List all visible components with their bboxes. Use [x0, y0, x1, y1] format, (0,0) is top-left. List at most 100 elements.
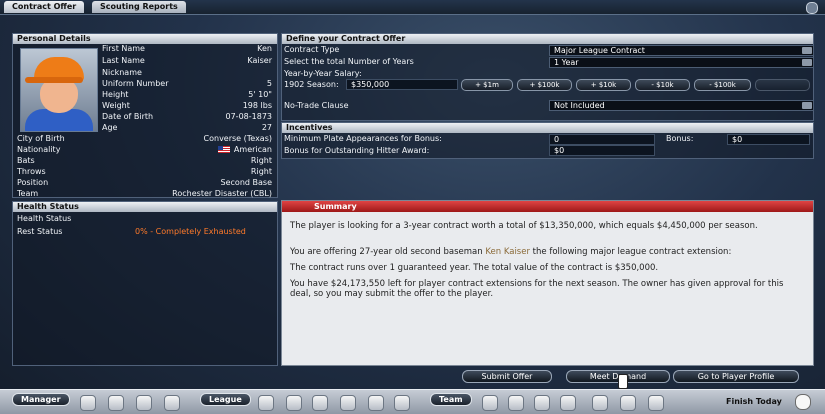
team-value[interactable]: Rochester Disaster (CBL) [130, 188, 272, 199]
age-label: Age [102, 123, 118, 132]
helmet-icon[interactable] [482, 395, 498, 411]
clock-icon[interactable] [108, 395, 124, 411]
summary-offer-suffix: the following major league contract exte… [529, 247, 732, 257]
bonus-field[interactable]: $0 [727, 134, 810, 145]
minus-10k-button[interactable]: - $10k [635, 79, 690, 91]
plate-appearances-field[interactable]: 0 [549, 134, 655, 145]
health-status-header: Health Status [13, 202, 277, 212]
rest-status-label: Rest Status [17, 227, 63, 236]
date-of-birth-label: Date of Birth [102, 112, 154, 121]
last-name-label: Last Name [102, 56, 145, 65]
season-salary-field[interactable]: $350,000 [346, 79, 458, 90]
age-value: 27 [261, 123, 272, 132]
position-label: Position [17, 178, 49, 187]
hitter-award-field[interactable]: $0 [549, 145, 655, 156]
minus-100k-button[interactable]: - $100k [694, 79, 751, 91]
medical-icon[interactable] [648, 395, 664, 411]
helmet-icon[interactable] [80, 395, 96, 411]
bottom-taskbar: Manager League Team Finish Today [0, 389, 825, 414]
plate-appearances-label: Minimum Plate Appearances for Bonus: [284, 134, 442, 143]
plus-10k-button[interactable]: + $10k [576, 79, 631, 91]
hitter-award-label: Bonus for Outstanding Hitter Award: [284, 146, 430, 155]
city-of-birth-label: City of Birth [17, 134, 65, 143]
top-tab-bar: Contract Offer Scouting Reports [0, 0, 825, 15]
first-name-value: Ken [257, 44, 272, 53]
bats-label: Bats [17, 156, 35, 165]
baseball-icon[interactable] [795, 394, 811, 410]
nationality-value-cell: American [150, 144, 272, 155]
years-value: 1 Year [554, 58, 579, 67]
years-select[interactable]: 1 Year [549, 57, 814, 68]
us-flag-icon [217, 146, 230, 153]
summary-demand-text: The player is looking for a 3-year contr… [290, 221, 758, 231]
city-of-birth-value: Converse (Texas) [203, 134, 272, 143]
avatar-face [40, 79, 78, 113]
last-name-value: Kaiser [247, 56, 272, 65]
weight-label: Weight [102, 101, 130, 110]
bonus-label: Bonus: [666, 134, 694, 143]
uniform-number-label: Uniform Number [102, 79, 169, 88]
team-button[interactable]: Team [430, 393, 472, 406]
team-label: Team [17, 189, 39, 198]
summary-contract-text: The contract runs over 1 guaranteed year… [290, 263, 659, 273]
plus-100k-button[interactable]: + $100k [517, 79, 572, 91]
manager-button[interactable]: Manager [12, 393, 70, 406]
baseball-icon[interactable] [340, 395, 356, 411]
plus-1m-button[interactable]: + $1m [461, 79, 513, 91]
person-icon[interactable] [164, 395, 180, 411]
finish-today-label[interactable]: Finish Today [726, 397, 782, 406]
contract-offer-header: Define your Contract Offer [282, 34, 813, 44]
tab-contract-offer[interactable]: Contract Offer [4, 1, 85, 13]
nickname-value [190, 67, 272, 78]
uniform-number-value: 5 [266, 79, 272, 88]
incentives-header: Incentives [282, 123, 813, 133]
trophy-icon[interactable] [286, 395, 302, 411]
summary-offer-text: You are offering 27-year old second base… [290, 247, 800, 257]
salary-label: Year-by-Year Salary: [284, 69, 362, 78]
hand-cursor-icon [618, 374, 628, 389]
document-icon[interactable] [368, 395, 384, 411]
no-trade-clause-select[interactable]: Not Included [549, 100, 814, 111]
player-icon[interactable] [534, 395, 550, 411]
helmet-icon[interactable] [258, 395, 274, 411]
calendar-icon[interactable] [312, 395, 328, 411]
height-value: 5' 10" [248, 90, 272, 99]
weight-value: 198 lbs [242, 101, 272, 110]
dropdown-arrow-icon [802, 59, 812, 66]
first-name-label: First Name [102, 44, 145, 53]
bats-value: Right [250, 156, 272, 165]
finance-icon[interactable] [592, 395, 608, 411]
date-of-birth-value: 07-08-1873 [225, 112, 273, 121]
league-button[interactable]: League [200, 393, 251, 406]
health-status-label: Health Status [17, 214, 72, 223]
no-trade-clause-value: Not Included [554, 101, 605, 110]
throws-value: Right [250, 167, 272, 176]
summary-budget-text: You have $24,173,550 left for player con… [290, 279, 784, 299]
coin-icon[interactable] [620, 395, 636, 411]
roster-icon[interactable] [508, 395, 524, 411]
people-icon[interactable] [136, 395, 152, 411]
extra-amount-button[interactable] [755, 79, 810, 91]
dropdown-arrow-icon [802, 102, 812, 109]
stats-icon[interactable] [394, 395, 410, 411]
years-label: Select the total Number of Years [284, 57, 414, 66]
tab-scouting-reports[interactable]: Scouting Reports [92, 1, 186, 13]
avatar-cap-brim [25, 77, 83, 83]
height-label: Height [102, 90, 129, 99]
submit-offer-button[interactable]: Submit Offer [462, 370, 552, 383]
season-label: 1902 Season: [284, 80, 339, 89]
rest-status-value: 0% - Completely Exhausted [135, 227, 246, 236]
contract-type-label: Contract Type [284, 45, 340, 54]
window-control-icon[interactable] [806, 2, 818, 14]
summary-panel: Summary The player is looking for a 3-ye… [281, 200, 814, 366]
contract-type-select[interactable]: Major League Contract [549, 45, 814, 56]
go-to-player-profile-button[interactable]: Go to Player Profile [673, 370, 799, 383]
nationality-label: Nationality [17, 145, 61, 154]
contract-type-value: Major League Contract [554, 46, 645, 55]
coach-icon[interactable] [560, 395, 576, 411]
player-name-link[interactable]: Ken Kaiser [485, 247, 530, 257]
nationality-value: American [233, 145, 272, 154]
no-trade-clause-label: No-Trade Clause [284, 101, 349, 110]
position-value: Second Base [220, 178, 272, 187]
throws-label: Throws [17, 167, 46, 176]
